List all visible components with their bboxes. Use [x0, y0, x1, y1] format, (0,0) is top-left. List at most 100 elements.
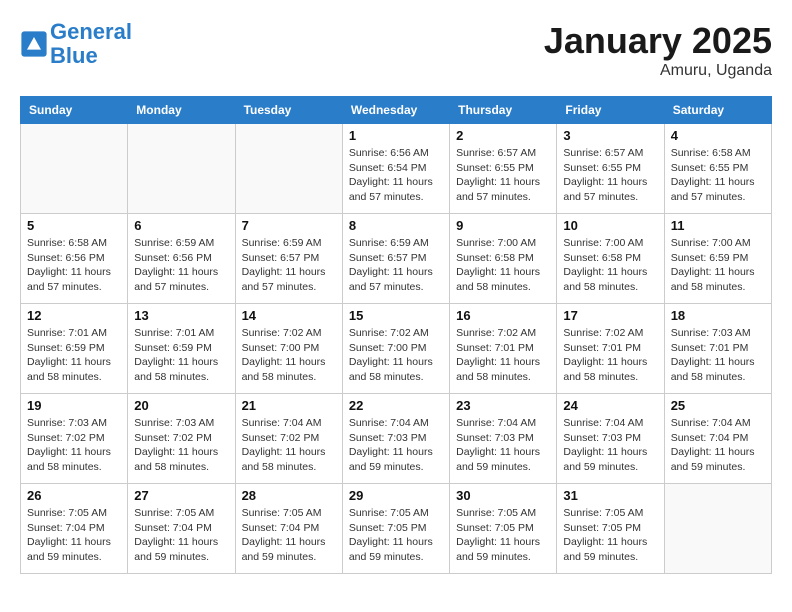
day-number: 2	[456, 128, 550, 143]
logo-text: General Blue	[50, 20, 132, 68]
day-info: Sunrise: 7:03 AMSunset: 7:01 PMDaylight:…	[671, 326, 765, 385]
day-number: 18	[671, 308, 765, 323]
day-number: 4	[671, 128, 765, 143]
day-header-thursday: Thursday	[450, 97, 557, 124]
day-info: Sunrise: 7:05 AMSunset: 7:04 PMDaylight:…	[242, 506, 336, 565]
day-info: Sunrise: 6:56 AMSunset: 6:54 PMDaylight:…	[349, 146, 443, 205]
day-number: 21	[242, 398, 336, 413]
calendar-cell	[21, 124, 128, 214]
day-header-wednesday: Wednesday	[342, 97, 449, 124]
day-number: 11	[671, 218, 765, 233]
day-info: Sunrise: 7:00 AMSunset: 6:58 PMDaylight:…	[456, 236, 550, 295]
day-info: Sunrise: 7:04 AMSunset: 7:04 PMDaylight:…	[671, 416, 765, 475]
calendar-cell: 2 Sunrise: 6:57 AMSunset: 6:55 PMDaylight…	[450, 124, 557, 214]
day-header-tuesday: Tuesday	[235, 97, 342, 124]
calendar-cell: 18 Sunrise: 7:03 AMSunset: 7:01 PMDayligh…	[664, 304, 771, 394]
day-info: Sunrise: 6:58 AMSunset: 6:55 PMDaylight:…	[671, 146, 765, 205]
calendar-cell: 10Sunrise: 7:00 AMSunset: 6:58 PMDayligh…	[557, 214, 664, 304]
day-number: 15	[349, 308, 443, 323]
day-number: 30	[456, 488, 550, 503]
week-row-5: 26 Sunrise: 7:05 AMSunset: 7:04 PMDayligh…	[21, 484, 772, 574]
calendar-cell: 29Sunrise: 7:05 AMSunset: 7:05 PMDayligh…	[342, 484, 449, 574]
calendar-cell: 9 Sunrise: 7:00 AMSunset: 6:58 PMDaylight…	[450, 214, 557, 304]
day-number: 3	[563, 128, 657, 143]
calendar-cell: 19Sunrise: 7:03 AMSunset: 7:02 PMDayligh…	[21, 394, 128, 484]
day-header-monday: Monday	[128, 97, 235, 124]
day-number: 24	[563, 398, 657, 413]
calendar-cell: 15 Sunrise: 7:02 AMSunset: 7:00 PMDayligh…	[342, 304, 449, 394]
calendar-cell: 5 Sunrise: 6:58 AMSunset: 6:56 PMDaylight…	[21, 214, 128, 304]
calendar-cell: 11Sunrise: 7:00 AMSunset: 6:59 PMDayligh…	[664, 214, 771, 304]
day-number: 12	[27, 308, 121, 323]
day-number: 19	[27, 398, 121, 413]
day-number: 20	[134, 398, 228, 413]
week-row-4: 19Sunrise: 7:03 AMSunset: 7:02 PMDayligh…	[21, 394, 772, 484]
calendar-cell	[128, 124, 235, 214]
calendar-header-row: SundayMondayTuesdayWednesdayThursdayFrid…	[21, 97, 772, 124]
calendar-cell	[235, 124, 342, 214]
calendar-cell: 31 Sunrise: 7:05 AMSunset: 7:05 PMDayligh…	[557, 484, 664, 574]
week-row-1: 1 Sunrise: 6:56 AMSunset: 6:54 PMDaylight…	[21, 124, 772, 214]
calendar-cell: 23 Sunrise: 7:04 AMSunset: 7:03 PMDayligh…	[450, 394, 557, 484]
day-header-saturday: Saturday	[664, 97, 771, 124]
day-number: 5	[27, 218, 121, 233]
calendar-cell: 3 Sunrise: 6:57 AMSunset: 6:55 PMDaylight…	[557, 124, 664, 214]
day-info: Sunrise: 6:57 AMSunset: 6:55 PMDaylight:…	[456, 146, 550, 205]
day-info: Sunrise: 7:01 AMSunset: 6:59 PMDaylight:…	[27, 326, 121, 385]
day-info: Sunrise: 7:04 AMSunset: 7:03 PMDaylight:…	[563, 416, 657, 475]
calendar-cell: 26 Sunrise: 7:05 AMSunset: 7:04 PMDayligh…	[21, 484, 128, 574]
calendar-cell: 4 Sunrise: 6:58 AMSunset: 6:55 PMDaylight…	[664, 124, 771, 214]
day-info: Sunrise: 7:04 AMSunset: 7:03 PMDaylight:…	[349, 416, 443, 475]
day-info: Sunrise: 6:58 AMSunset: 6:56 PMDaylight:…	[27, 236, 121, 295]
day-number: 29	[349, 488, 443, 503]
day-number: 9	[456, 218, 550, 233]
day-info: Sunrise: 7:05 AMSunset: 7:04 PMDaylight:…	[134, 506, 228, 565]
day-header-sunday: Sunday	[21, 97, 128, 124]
calendar-cell: 20Sunrise: 7:03 AMSunset: 7:02 PMDayligh…	[128, 394, 235, 484]
day-number: 1	[349, 128, 443, 143]
title-block: January 2025 Amuru, Uganda	[544, 20, 772, 80]
calendar-cell: 8Sunrise: 6:59 AMSunset: 6:57 PMDaylight…	[342, 214, 449, 304]
calendar-cell: 25 Sunrise: 7:04 AMSunset: 7:04 PMDayligh…	[664, 394, 771, 484]
day-number: 8	[349, 218, 443, 233]
calendar-cell	[664, 484, 771, 574]
day-info: Sunrise: 6:57 AMSunset: 6:55 PMDaylight:…	[563, 146, 657, 205]
calendar-cell: 6Sunrise: 6:59 AMSunset: 6:56 PMDaylight…	[128, 214, 235, 304]
day-info: Sunrise: 7:05 AMSunset: 7:05 PMDaylight:…	[456, 506, 550, 565]
day-number: 6	[134, 218, 228, 233]
calendar-cell: 13Sunrise: 7:01 AMSunset: 6:59 PMDayligh…	[128, 304, 235, 394]
calendar-cell: 14 Sunrise: 7:02 AMSunset: 7:00 PMDayligh…	[235, 304, 342, 394]
calendar-table: SundayMondayTuesdayWednesdayThursdayFrid…	[20, 96, 772, 574]
day-number: 22	[349, 398, 443, 413]
day-number: 26	[27, 488, 121, 503]
day-number: 27	[134, 488, 228, 503]
day-number: 23	[456, 398, 550, 413]
page-header: General Blue January 2025 Amuru, Uganda	[20, 20, 772, 80]
week-row-2: 5 Sunrise: 6:58 AMSunset: 6:56 PMDaylight…	[21, 214, 772, 304]
day-number: 16	[456, 308, 550, 323]
calendar-cell: 17Sunrise: 7:02 AMSunset: 7:01 PMDayligh…	[557, 304, 664, 394]
day-info: Sunrise: 7:04 AMSunset: 7:02 PMDaylight:…	[242, 416, 336, 475]
week-row-3: 12 Sunrise: 7:01 AMSunset: 6:59 PMDayligh…	[21, 304, 772, 394]
day-info: Sunrise: 7:05 AMSunset: 7:04 PMDaylight:…	[27, 506, 121, 565]
day-info: Sunrise: 7:02 AMSunset: 7:01 PMDaylight:…	[456, 326, 550, 385]
day-info: Sunrise: 7:05 AMSunset: 7:05 PMDaylight:…	[563, 506, 657, 565]
calendar-cell: 1 Sunrise: 6:56 AMSunset: 6:54 PMDaylight…	[342, 124, 449, 214]
day-number: 25	[671, 398, 765, 413]
location-title: Amuru, Uganda	[544, 62, 772, 80]
day-info: Sunrise: 7:02 AMSunset: 7:00 PMDaylight:…	[349, 326, 443, 385]
calendar-cell: 27 Sunrise: 7:05 AMSunset: 7:04 PMDayligh…	[128, 484, 235, 574]
day-info: Sunrise: 7:04 AMSunset: 7:03 PMDaylight:…	[456, 416, 550, 475]
day-info: Sunrise: 7:02 AMSunset: 7:00 PMDaylight:…	[242, 326, 336, 385]
day-number: 10	[563, 218, 657, 233]
logo: General Blue	[20, 20, 132, 68]
day-number: 28	[242, 488, 336, 503]
month-title: January 2025	[544, 20, 772, 62]
calendar-cell: 24 Sunrise: 7:04 AMSunset: 7:03 PMDayligh…	[557, 394, 664, 484]
day-number: 31	[563, 488, 657, 503]
day-info: Sunrise: 6:59 AMSunset: 6:57 PMDaylight:…	[242, 236, 336, 295]
day-number: 17	[563, 308, 657, 323]
day-header-friday: Friday	[557, 97, 664, 124]
calendar-cell: 30 Sunrise: 7:05 AMSunset: 7:05 PMDayligh…	[450, 484, 557, 574]
day-number: 14	[242, 308, 336, 323]
